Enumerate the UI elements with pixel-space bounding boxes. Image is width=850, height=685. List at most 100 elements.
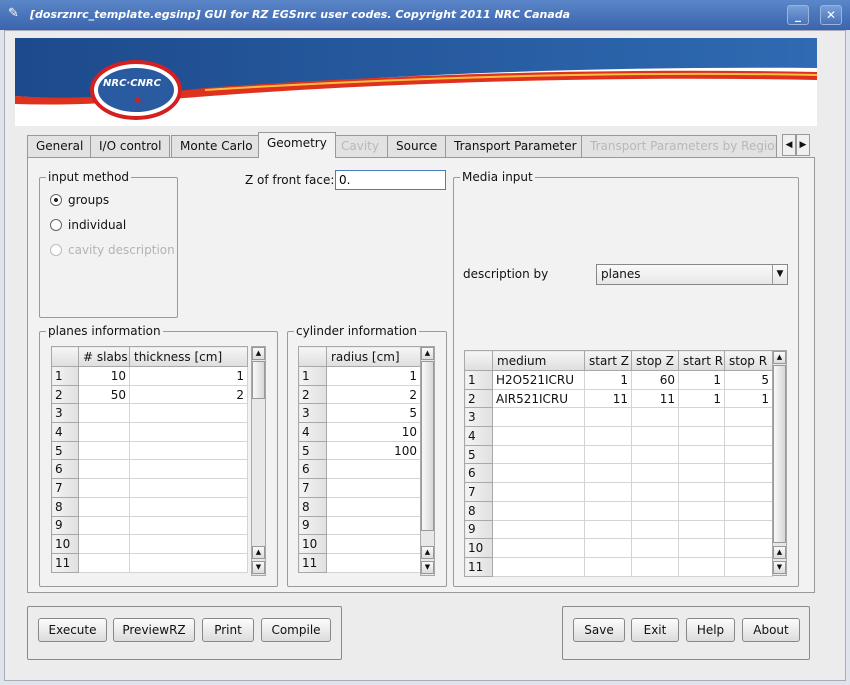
column-header[interactable]: # slabs [78,346,130,367]
table-cell[interactable] [129,459,248,480]
table-row[interactable]: 10 [51,534,248,554]
table-row[interactable]: 7 [298,478,421,498]
table-cell[interactable] [78,422,130,442]
table-cell[interactable] [724,463,773,484]
table-cell[interactable] [678,482,725,502]
table-cell[interactable] [631,463,679,484]
table-cell[interactable] [678,538,725,558]
table-cell[interactable] [678,426,725,446]
table-row[interactable]: 5 [464,444,773,465]
table-cell[interactable] [724,444,773,465]
table-cell[interactable] [78,534,130,554]
table-cell[interactable]: 2 [129,384,248,405]
table-row[interactable]: 6 [51,459,248,480]
table-cell[interactable]: 1 [129,366,248,386]
table-row[interactable]: 6 [298,459,421,480]
column-header[interactable]: start Z [584,350,632,371]
table-cell[interactable] [724,426,773,446]
table-cell[interactable] [492,556,585,577]
tab-geometry[interactable]: Geometry [258,132,336,158]
row-header[interactable]: 3 [464,407,493,428]
table-row[interactable]: 8 [464,500,773,521]
row-header[interactable]: 8 [298,496,327,517]
row-header[interactable]: 10 [298,534,327,554]
table-cell[interactable] [631,556,679,577]
save-button[interactable]: Save [573,618,625,642]
table-cell[interactable] [492,444,585,465]
table-cell[interactable] [492,519,585,540]
row-header[interactable]: 5 [51,440,79,461]
table-cell[interactable] [492,500,585,521]
scroll-thumb[interactable] [773,365,786,543]
scroll-up-button[interactable]: ▲ [421,347,434,360]
table-cell[interactable] [78,440,130,461]
table-cell[interactable]: 10 [326,422,421,442]
row-header[interactable]: 2 [51,384,79,405]
radio-groups[interactable]: groups [50,191,109,209]
cylinder-table[interactable]: radius [cm] 1 1 2 2 3 5 4 10 5 100 6 7 8 9 10 11 [298,346,421,573]
tab-transport-by-region[interactable]: Transport Parameters by Region [581,135,777,157]
table-cell[interactable]: 1 [724,388,773,409]
table-cell[interactable] [326,459,421,480]
table-cell[interactable] [584,463,632,484]
row-header[interactable]: 1 [298,366,327,386]
table-cell[interactable] [326,552,421,573]
table-cell[interactable]: 50 [78,384,130,405]
table-cell[interactable] [678,407,725,428]
print-button[interactable]: Print [202,618,254,642]
row-header[interactable]: 8 [464,500,493,521]
row-header[interactable]: 11 [464,556,493,577]
row-header[interactable]: 1 [51,366,79,386]
table-row[interactable]: 22 [298,384,421,405]
table-cell[interactable]: H2O521ICRU [492,370,585,390]
table-cell[interactable] [631,538,679,558]
table-cell[interactable] [78,515,130,536]
description-by-select[interactable]: planes ▼ [596,264,788,285]
table-cell[interactable]: 1 [584,370,632,390]
table-cell[interactable]: 60 [631,370,679,390]
row-header[interactable]: 4 [51,422,79,442]
scroll-down-button[interactable]: ▼ [421,561,434,574]
row-header[interactable]: 3 [298,403,327,424]
column-header[interactable]: thickness [cm] [129,346,248,367]
table-cell[interactable] [78,478,130,498]
table-cell[interactable] [584,500,632,521]
row-header[interactable]: 9 [298,515,327,536]
minimize-button[interactable]: _ [787,5,809,25]
table-cell[interactable] [724,407,773,428]
table-row[interactable]: 10 [298,534,421,554]
table-cell[interactable] [492,426,585,446]
table-cell[interactable] [584,519,632,540]
window-titlebar[interactable]: ✎ [dosrznrc_template.egsinp] GUI for RZ … [0,0,850,30]
scroll-down-button[interactable]: ▼ [252,561,265,574]
table-cell[interactable] [129,515,248,536]
row-header[interactable]: 4 [464,426,493,446]
table-cell[interactable] [492,463,585,484]
table-cell[interactable]: 11 [631,388,679,409]
table-cell[interactable] [78,552,130,573]
row-header[interactable]: 6 [298,459,327,480]
table-cell[interactable] [78,403,130,424]
table-row[interactable]: 11 [464,556,773,577]
table-row[interactable]: 7 [464,482,773,502]
preview-rz-button[interactable]: PreviewRZ [113,618,195,642]
table-cell[interactable] [724,519,773,540]
row-header[interactable]: 6 [464,463,493,484]
table-row[interactable]: 1 10 1 [51,366,248,386]
about-button[interactable]: About [742,618,800,642]
row-header[interactable]: 7 [298,478,327,498]
table-cell[interactable]: 10 [78,366,130,386]
radio-cavity-description[interactable]: cavity description [50,241,175,259]
row-header[interactable]: 2 [298,384,327,405]
radio-individual[interactable]: individual [50,216,126,234]
tab-general[interactable]: General [27,135,93,157]
row-header[interactable]: 9 [464,519,493,540]
table-cell[interactable] [584,426,632,446]
table-cell[interactable] [724,482,773,502]
table-row[interactable]: 2 50 2 [51,384,248,405]
table-row[interactable]: 9 [464,519,773,540]
table-cell[interactable] [631,426,679,446]
scroll-up-button[interactable]: ▲ [252,546,265,559]
table-cell[interactable] [584,556,632,577]
row-header[interactable]: 5 [464,444,493,465]
